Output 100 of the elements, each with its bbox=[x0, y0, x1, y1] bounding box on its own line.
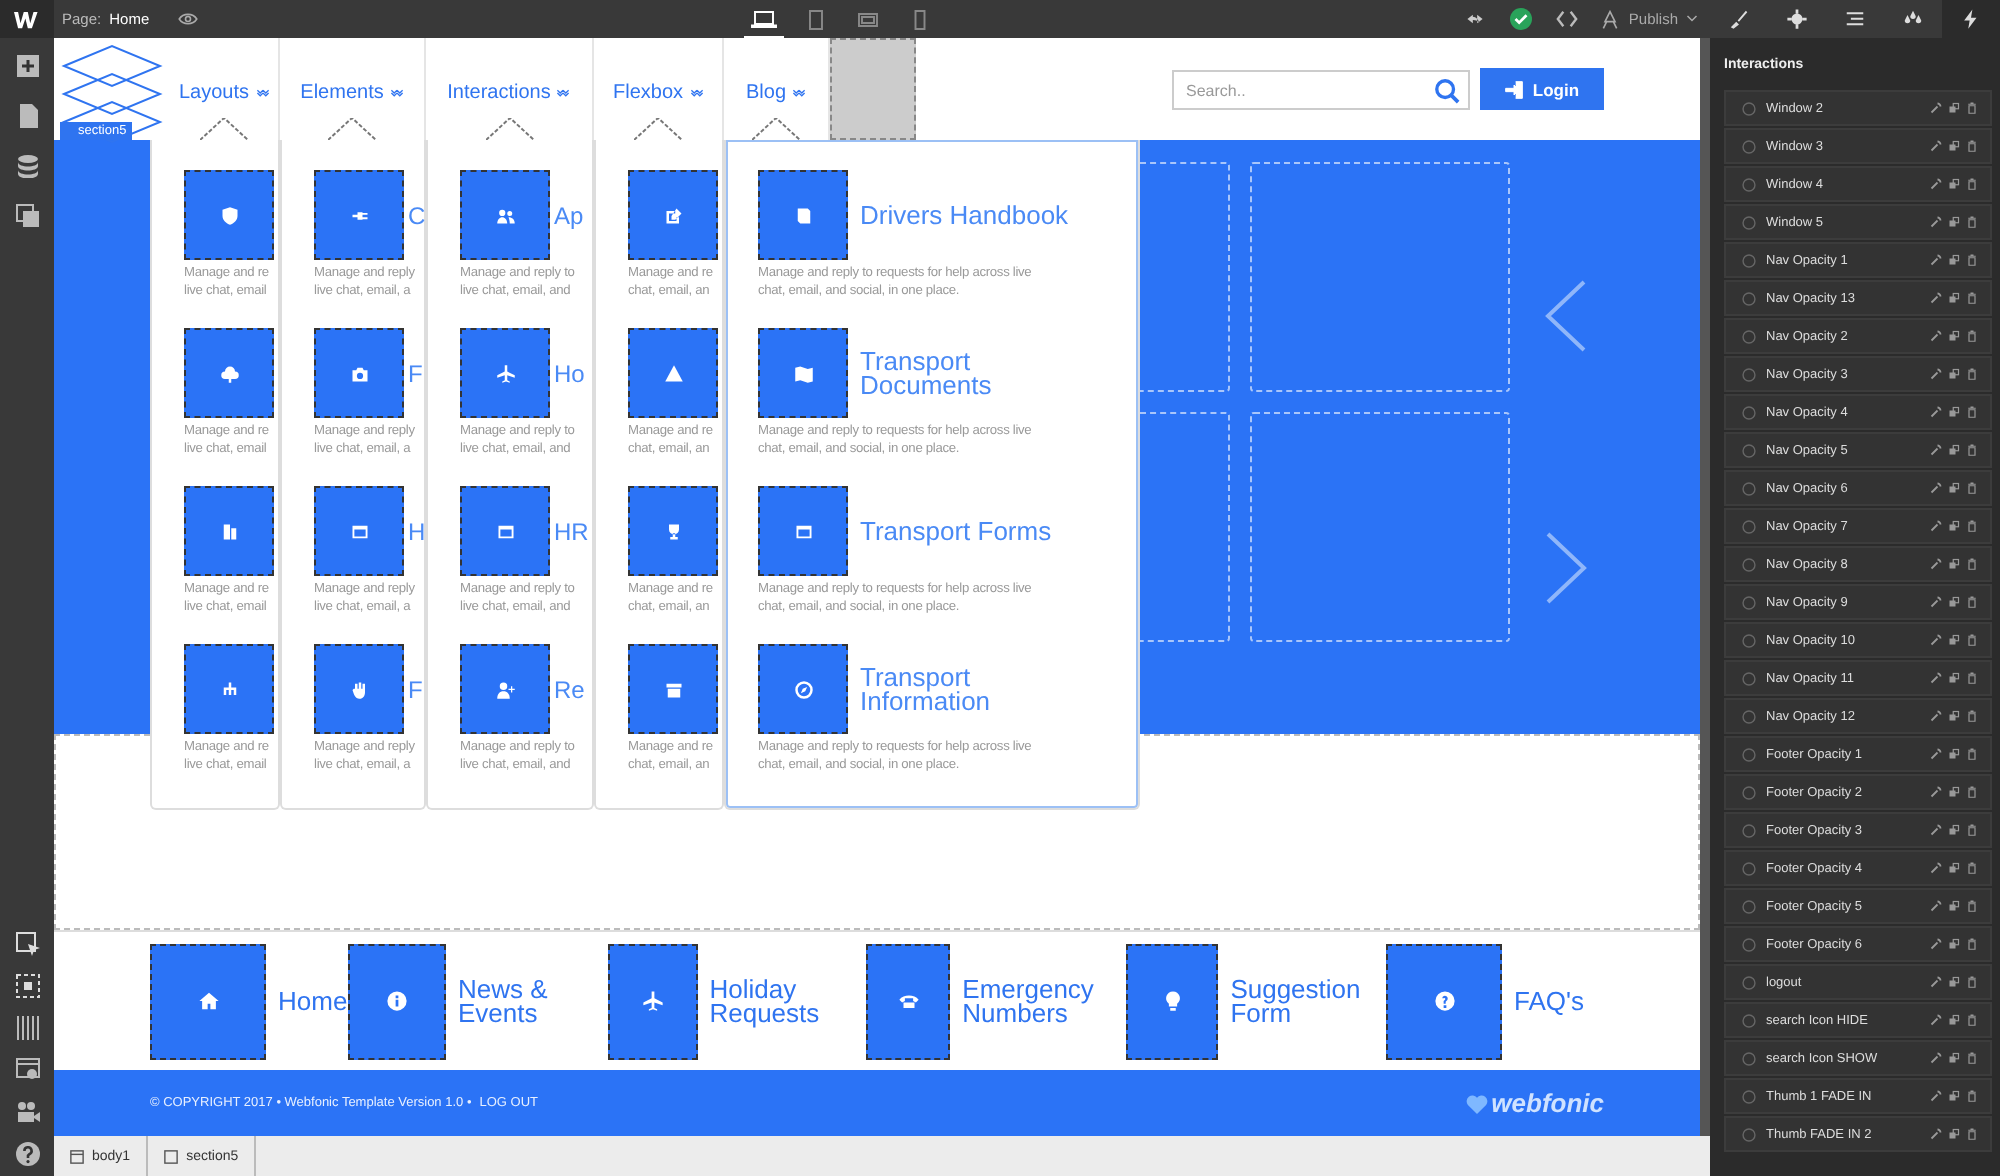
wrench-icon[interactable] bbox=[1930, 520, 1942, 532]
wrench-icon[interactable] bbox=[1930, 710, 1942, 722]
wrench-icon[interactable] bbox=[1930, 406, 1942, 418]
nav-link[interactable]: Layouts bbox=[178, 80, 270, 104]
wrench-icon[interactable] bbox=[1930, 178, 1942, 190]
wrench-icon[interactable] bbox=[1930, 254, 1942, 266]
trash-icon[interactable] bbox=[1966, 216, 1978, 228]
duplicate-icon[interactable] bbox=[1948, 596, 1960, 608]
trash-icon[interactable] bbox=[1966, 406, 1978, 418]
duplicate-icon[interactable] bbox=[1948, 102, 1960, 114]
nav-link[interactable]: Blog bbox=[745, 80, 806, 104]
duplicate-icon[interactable] bbox=[1948, 216, 1960, 228]
trash-icon[interactable] bbox=[1966, 938, 1978, 950]
trash-icon[interactable] bbox=[1966, 102, 1978, 114]
duplicate-icon[interactable] bbox=[1948, 1128, 1960, 1140]
duplicate-icon[interactable] bbox=[1948, 330, 1960, 342]
code-icon[interactable] bbox=[1554, 8, 1581, 30]
duplicate-icon[interactable] bbox=[1948, 368, 1960, 380]
preview-icon[interactable] bbox=[15, 1058, 39, 1082]
duplicate-icon[interactable] bbox=[1948, 140, 1960, 152]
trash-icon[interactable] bbox=[1966, 900, 1978, 912]
duplicate-icon[interactable] bbox=[1948, 938, 1960, 950]
select-icon[interactable] bbox=[15, 932, 39, 956]
help-icon[interactable] bbox=[15, 1142, 39, 1166]
duplicate-icon[interactable] bbox=[1948, 900, 1960, 912]
wrench-icon[interactable] bbox=[1930, 1014, 1942, 1026]
grid-icon[interactable] bbox=[15, 1016, 39, 1040]
trash-icon[interactable] bbox=[1966, 368, 1978, 380]
trash-icon[interactable] bbox=[1966, 254, 1978, 266]
footer-link[interactable]: Home bbox=[278, 989, 348, 1013]
video-icon[interactable] bbox=[15, 1100, 39, 1124]
duplicate-icon[interactable] bbox=[1948, 710, 1960, 722]
wrench-icon[interactable] bbox=[1930, 1052, 1942, 1064]
wrench-icon[interactable] bbox=[1930, 444, 1942, 456]
duplicate-icon[interactable] bbox=[1948, 976, 1960, 988]
add-icon[interactable] bbox=[15, 54, 39, 78]
wrench-icon[interactable] bbox=[1930, 938, 1942, 950]
nav-link[interactable]: Elements bbox=[300, 80, 404, 104]
duplicate-icon[interactable] bbox=[1948, 1014, 1960, 1026]
layers-icon[interactable] bbox=[15, 204, 39, 228]
wrench-icon[interactable] bbox=[1930, 368, 1942, 380]
wrench-icon[interactable] bbox=[1930, 634, 1942, 646]
wrench-icon[interactable] bbox=[1930, 672, 1942, 684]
duplicate-icon[interactable] bbox=[1948, 254, 1960, 266]
trash-icon[interactable] bbox=[1966, 444, 1978, 456]
wrench-icon[interactable] bbox=[1930, 900, 1942, 912]
trash-icon[interactable] bbox=[1966, 482, 1978, 494]
trash-icon[interactable] bbox=[1966, 558, 1978, 570]
duplicate-icon[interactable] bbox=[1948, 672, 1960, 684]
wrench-icon[interactable] bbox=[1930, 824, 1942, 836]
wrench-icon[interactable] bbox=[1930, 558, 1942, 570]
wrench-icon[interactable] bbox=[1930, 292, 1942, 304]
trash-icon[interactable] bbox=[1966, 1128, 1978, 1140]
wrench-icon[interactable] bbox=[1930, 748, 1942, 760]
search-field[interactable]: Search.. bbox=[1172, 70, 1470, 110]
footer-link[interactable]: Holiday Requests bbox=[709, 977, 867, 1025]
trash-icon[interactable] bbox=[1966, 748, 1978, 760]
trash-icon[interactable] bbox=[1966, 178, 1978, 190]
duplicate-icon[interactable] bbox=[1948, 406, 1960, 418]
bolt-icon[interactable] bbox=[1942, 0, 2000, 38]
wrench-icon[interactable] bbox=[1930, 786, 1942, 798]
wrench-icon[interactable] bbox=[1930, 482, 1942, 494]
trash-icon[interactable] bbox=[1966, 786, 1978, 798]
wrench-icon[interactable] bbox=[1930, 596, 1942, 608]
duplicate-icon[interactable] bbox=[1948, 558, 1960, 570]
trash-icon[interactable] bbox=[1966, 1052, 1978, 1064]
trash-icon[interactable] bbox=[1966, 976, 1978, 988]
wrench-icon[interactable] bbox=[1930, 976, 1942, 988]
duplicate-icon[interactable] bbox=[1948, 292, 1960, 304]
footer-link[interactable]: Suggestion Form bbox=[1230, 977, 1386, 1025]
duplicate-icon[interactable] bbox=[1948, 786, 1960, 798]
trash-icon[interactable] bbox=[1966, 292, 1978, 304]
page-icon[interactable] bbox=[15, 104, 39, 128]
wrench-icon[interactable] bbox=[1930, 1090, 1942, 1102]
wrench-icon[interactable] bbox=[1930, 140, 1942, 152]
duplicate-icon[interactable] bbox=[1948, 862, 1960, 874]
trash-icon[interactable] bbox=[1966, 520, 1978, 532]
footer-link[interactable]: Emergency Numbers bbox=[962, 977, 1127, 1025]
duplicate-icon[interactable] bbox=[1948, 520, 1960, 532]
wrench-icon[interactable] bbox=[1930, 330, 1942, 342]
duplicate-icon[interactable] bbox=[1948, 178, 1960, 190]
login-button[interactable]: Login bbox=[1480, 68, 1604, 110]
database-icon[interactable] bbox=[15, 154, 39, 178]
trash-icon[interactable] bbox=[1966, 1090, 1978, 1102]
duplicate-icon[interactable] bbox=[1948, 1090, 1960, 1102]
check-icon[interactable] bbox=[1508, 8, 1535, 30]
trash-icon[interactable] bbox=[1966, 596, 1978, 608]
footer-link[interactable]: News & Events bbox=[458, 977, 608, 1025]
trash-icon[interactable] bbox=[1966, 634, 1978, 646]
wrench-icon[interactable] bbox=[1930, 216, 1942, 228]
duplicate-icon[interactable] bbox=[1948, 824, 1960, 836]
trash-icon[interactable] bbox=[1966, 824, 1978, 836]
trash-icon[interactable] bbox=[1966, 1014, 1978, 1026]
duplicate-icon[interactable] bbox=[1948, 634, 1960, 646]
trash-icon[interactable] bbox=[1966, 330, 1978, 342]
footer-link[interactable]: FAQ's bbox=[1514, 989, 1584, 1013]
duplicate-icon[interactable] bbox=[1948, 748, 1960, 760]
webflow-logo[interactable] bbox=[0, 0, 54, 38]
wrench-icon[interactable] bbox=[1930, 862, 1942, 874]
duplicate-icon[interactable] bbox=[1948, 444, 1960, 456]
